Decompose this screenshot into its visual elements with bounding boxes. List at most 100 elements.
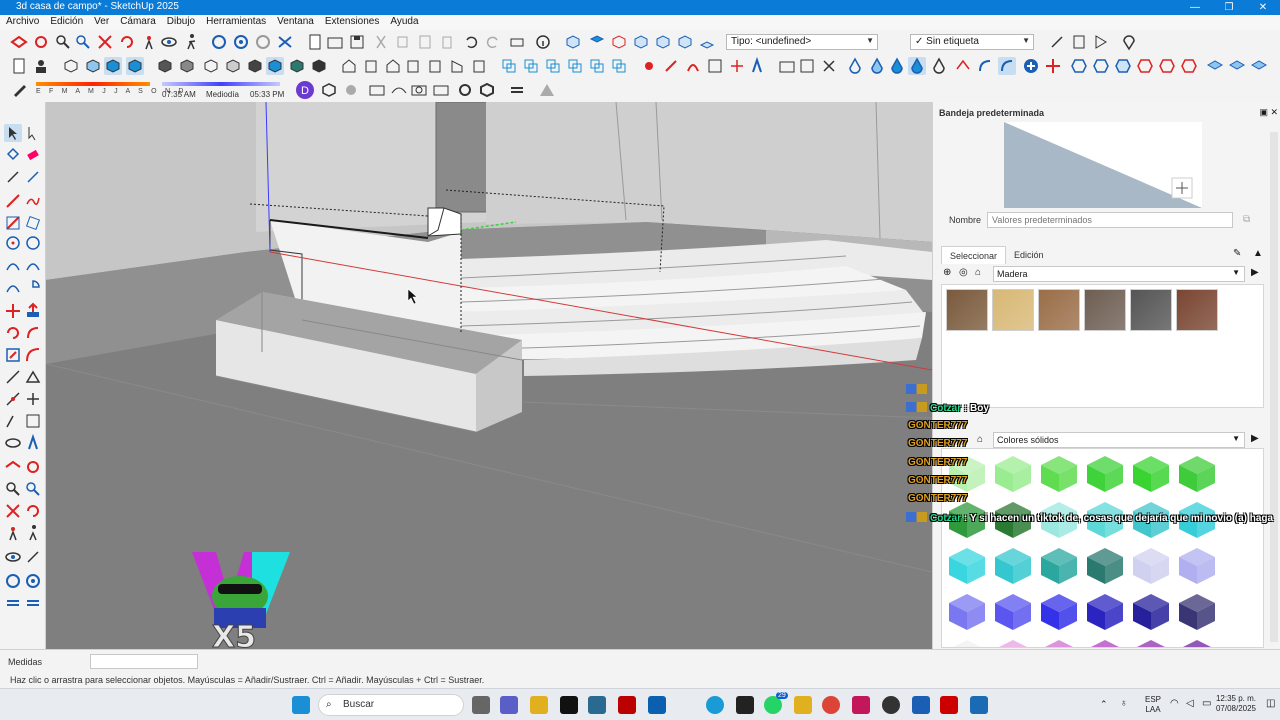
hex-3-icon[interactable]	[1114, 57, 1132, 75]
orbit-red-tool-icon[interactable]	[4, 458, 22, 476]
cube-gear-icon[interactable]	[478, 81, 496, 99]
windows-start-icon[interactable]	[292, 696, 310, 714]
copy-icon[interactable]	[394, 33, 412, 51]
clock[interactable]: 12:35 p. m. 07/08/2025	[1206, 694, 1266, 714]
lasso-icon[interactable]	[24, 124, 42, 142]
create-material-icon[interactable]: ⧉	[1243, 214, 1250, 225]
color-swatch[interactable]	[992, 637, 1034, 647]
sandbox-icon[interactable]	[954, 57, 972, 75]
eraser-icon[interactable]	[24, 146, 42, 164]
circle-tool-icon[interactable]	[4, 234, 22, 252]
color-swatch[interactable]	[1176, 637, 1218, 647]
section-5-icon[interactable]	[588, 57, 606, 75]
component-tool-icon[interactable]	[4, 572, 22, 590]
axes-tool-icon[interactable]	[24, 390, 42, 408]
language-indicator[interactable]: ESP LAA	[1140, 695, 1166, 715]
tag-list-icon[interactable]	[1070, 33, 1088, 51]
offset-tool-icon[interactable]	[24, 346, 42, 364]
look-around-icon[interactable]	[160, 33, 178, 51]
style-1-icon[interactable]	[156, 57, 174, 75]
previous-view-icon[interactable]	[118, 33, 136, 51]
cut-icon[interactable]	[372, 33, 390, 51]
section-2-icon[interactable]	[522, 57, 540, 75]
tab-seleccionar[interactable]: Seleccionar	[941, 246, 1007, 264]
sphere-icon[interactable]	[342, 81, 360, 99]
location-pin-icon[interactable]	[1120, 33, 1138, 51]
house-back-icon[interactable]	[404, 57, 422, 75]
app-icon[interactable]	[588, 696, 606, 714]
acrobat-icon[interactable]	[940, 696, 958, 714]
color-swatch[interactable]	[1084, 545, 1126, 587]
house-right-icon[interactable]	[448, 57, 466, 75]
pan-red-icon[interactable]	[24, 458, 42, 476]
line-tool-icon[interactable]	[4, 192, 22, 210]
tag-tool-icon[interactable]	[1048, 33, 1066, 51]
terrain-3-icon[interactable]	[1250, 57, 1268, 75]
camera-2-icon[interactable]	[390, 81, 408, 99]
camera-4-icon[interactable]	[432, 81, 450, 99]
two-point-arc-icon[interactable]	[24, 256, 42, 274]
teams-icon[interactable]	[500, 696, 518, 714]
polygon-tool-icon[interactable]	[24, 234, 42, 252]
zoom-window-icon[interactable]	[74, 33, 92, 51]
undo-icon[interactable]	[462, 33, 480, 51]
tag-paint-icon[interactable]	[4, 168, 22, 186]
gear-icon[interactable]	[456, 81, 474, 99]
house-front-icon[interactable]	[362, 57, 380, 75]
menu-herramientas[interactable]: Herramientas	[200, 15, 271, 30]
walk-red-icon[interactable]	[32, 33, 50, 51]
color-swatch[interactable]	[1038, 453, 1080, 495]
tiktok-icon[interactable]	[560, 696, 578, 714]
chrome-icon[interactable]	[822, 696, 840, 714]
tray-scrollbar[interactable]	[1270, 132, 1278, 642]
back-view-icon[interactable]	[654, 33, 672, 51]
follow-me-icon[interactable]	[662, 57, 680, 75]
move-tool-icon[interactable]	[4, 302, 22, 320]
position-camera-tool-icon[interactable]	[4, 524, 22, 542]
cube-outline-icon[interactable]	[320, 81, 338, 99]
house-iso-icon[interactable]	[340, 57, 358, 75]
layers-icon[interactable]	[508, 81, 526, 99]
three-point-arc-icon[interactable]	[4, 278, 22, 296]
app-2-icon[interactable]	[736, 696, 754, 714]
eraser-2-icon[interactable]	[24, 168, 42, 186]
text-3d-icon[interactable]	[748, 56, 766, 75]
maximize-button[interactable]: ❐	[1212, 0, 1246, 15]
back-icon[interactable]: ⊕	[943, 267, 951, 278]
tray-pin-icon[interactable]: ▣	[1259, 107, 1268, 118]
netflix-icon[interactable]	[618, 696, 636, 714]
app-3-icon[interactable]	[852, 696, 870, 714]
library2-select[interactable]: Colores sólidos ▼	[993, 432, 1245, 448]
axes-icon[interactable]	[728, 57, 746, 75]
profile-avatar-icon[interactable]: D	[296, 81, 314, 99]
left-view-icon[interactable]	[676, 33, 694, 51]
style-3-icon[interactable]	[202, 57, 220, 75]
house-left-icon[interactable]	[426, 57, 444, 75]
arc-tool-icon[interactable]	[4, 256, 22, 274]
measurements-input[interactable]	[90, 654, 198, 669]
color-swatch[interactable]	[1038, 591, 1080, 633]
hex-5-icon[interactable]	[1158, 57, 1176, 75]
tab-edicion[interactable]: Edición	[1006, 246, 1052, 264]
wireframe-icon[interactable]	[104, 57, 122, 75]
walk-icon[interactable]	[182, 33, 200, 51]
explorer-icon[interactable]	[794, 696, 812, 714]
forward-icon[interactable]: ◎	[959, 267, 968, 278]
pie-tool-icon[interactable]	[24, 278, 42, 296]
zoom-extents-icon[interactable]	[96, 33, 114, 51]
open-folder-icon[interactable]	[326, 33, 344, 51]
dimension-tool-icon[interactable]	[4, 390, 22, 408]
color-swatch[interactable]	[1130, 545, 1172, 587]
section-3-icon[interactable]	[544, 57, 562, 75]
previous-icon[interactable]	[24, 502, 42, 520]
terrain-2-icon[interactable]	[1228, 57, 1246, 75]
bottom-view-icon[interactable]	[698, 33, 716, 51]
paste-icon[interactable]	[416, 33, 434, 51]
outlook-icon[interactable]	[648, 696, 666, 714]
orbit-red-icon[interactable]	[10, 33, 28, 51]
menu-archivo[interactable]: Archivo	[0, 15, 44, 30]
zoom-icon[interactable]	[54, 33, 72, 51]
shadow-date-slider[interactable]	[36, 82, 150, 86]
style-5-icon[interactable]	[246, 57, 264, 75]
text-box-icon[interactable]	[24, 412, 42, 430]
